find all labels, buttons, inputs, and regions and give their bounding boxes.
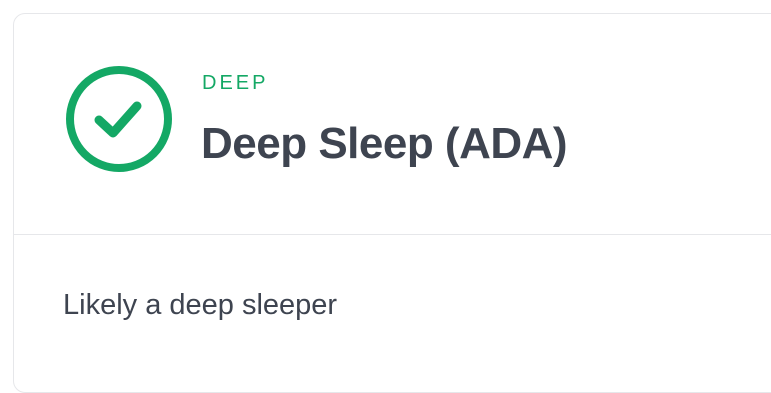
result-category-label: DEEP bbox=[202, 72, 269, 94]
result-description: Likely a deep sleeper bbox=[63, 289, 338, 321]
result-card-header: DEEP Deep Sleep (ADA) bbox=[14, 14, 771, 235]
check-circle-icon bbox=[66, 66, 172, 172]
result-card: DEEP Deep Sleep (ADA) Likely a deep slee… bbox=[13, 13, 771, 393]
result-title: Deep Sleep (ADA) bbox=[201, 119, 568, 168]
